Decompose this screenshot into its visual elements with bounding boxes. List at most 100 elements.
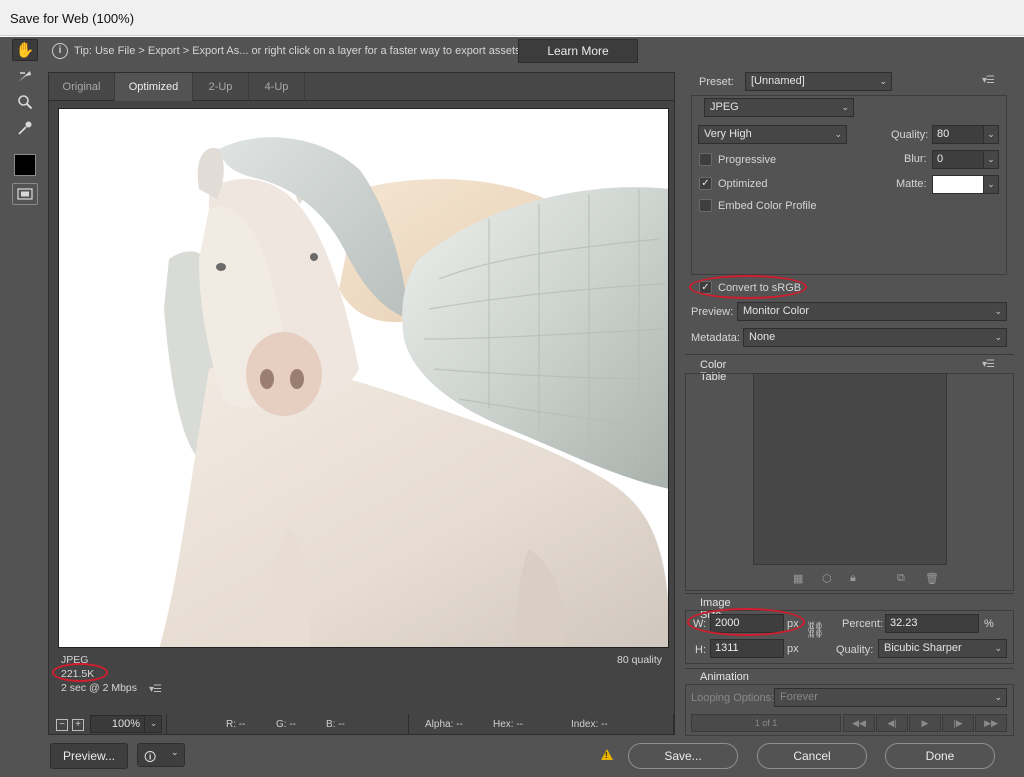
preview-download-time-text: 2 sec @ 2 Mbps [61, 682, 138, 694]
tab-original[interactable]: Original [49, 73, 115, 101]
tab-2-up[interactable]: 2-Up [193, 73, 249, 101]
zoom-out-icon[interactable]: − [56, 719, 68, 731]
device-central-help-button[interactable]: 🛈 ⌄ [137, 743, 185, 767]
matte-dropdown-chevron-icon[interactable]: ⌄ [983, 175, 999, 194]
web-snap-icon[interactable]: ⬡ [822, 572, 832, 585]
blur-input[interactable]: 0 [932, 150, 984, 169]
looping-options-value: Forever [780, 691, 818, 703]
optimized-image-preview[interactable] [58, 108, 669, 648]
progressive-checkbox[interactable] [699, 153, 712, 166]
done-button[interactable]: Done [885, 743, 995, 769]
width-highlight-circle [687, 608, 805, 636]
download-speed-menu-icon[interactable]: ▾☰ [149, 684, 162, 695]
metadata-dropdown[interactable]: None ⌄ [743, 328, 1007, 347]
constrain-proportions-link-icon[interactable]: ⛓︎ [805, 620, 825, 640]
quality-input[interactable]: 80 [932, 125, 984, 144]
zoom-in-icon[interactable]: + [72, 719, 84, 731]
preview-quality-text: 80 quality [617, 654, 662, 666]
quality-label: Quality: [891, 129, 929, 141]
preview-in-browser-button[interactable]: Preview... [50, 743, 128, 769]
info-icon: i [52, 43, 68, 59]
optimize-menu-icon[interactable]: ▾☰ [982, 75, 995, 86]
optimized-checkbox[interactable]: ✓ [699, 177, 712, 190]
file-format-value: JPEG [710, 101, 739, 113]
eyedropper-color-swatch[interactable] [14, 154, 36, 176]
zoom-tool-icon[interactable] [12, 91, 38, 113]
save-button[interactable]: Save... [628, 743, 738, 769]
section-divider [685, 593, 1014, 594]
help-globe-icon: 🛈 [144, 750, 157, 764]
tools-panel: ✋ [10, 37, 42, 217]
toggle-slices-visibility-icon[interactable] [12, 183, 38, 205]
preset-value: [Unnamed] [751, 75, 805, 87]
alpha-readout: Alpha: -- [425, 719, 463, 730]
color-table-swatches[interactable] [753, 373, 947, 565]
convert-srgb-highlight-circle [689, 275, 807, 299]
lock-color-icon[interactable]: 🔒︎ [850, 572, 856, 585]
blue-readout: B: -- [326, 719, 345, 730]
resample-quality-value: Bicubic Sharper [884, 642, 962, 654]
preset-dropdown[interactable]: [Unnamed] ⌄ [745, 72, 892, 91]
browser-dropdown-chevron-icon: ⌄ [171, 747, 179, 757]
first-frame-icon[interactable]: ◀◀ [843, 714, 875, 732]
percent-input[interactable]: 32.23 [885, 614, 979, 633]
preview-color-dropdown[interactable]: Monitor Color ⌄ [737, 302, 1007, 321]
looping-options-dropdown[interactable]: Forever ⌄ [774, 688, 1007, 707]
resample-quality-dropdown[interactable]: Bicubic Sharper ⌄ [878, 639, 1007, 658]
status-bar: − + 100% ⌄ R: -- G: -- B: -- Alpha: -- H… [48, 712, 675, 738]
tab-4-up[interactable]: 4-Up [249, 73, 305, 101]
color-table-menu-icon[interactable]: ▾☰ [982, 359, 995, 370]
compression-quality-dropdown[interactable]: Very High ⌄ [698, 125, 847, 144]
learn-more-button[interactable]: Learn More [518, 39, 638, 63]
file-format-dropdown[interactable]: JPEG ⌄ [704, 98, 854, 117]
height-unit: px [787, 643, 799, 655]
tip-bar: i Tip: Use File > Export > Export As... … [46, 39, 638, 63]
resample-quality-label: Quality: [836, 644, 874, 656]
map-colors-icon[interactable]: ▦ [793, 572, 803, 585]
chevron-down-icon: ⌄ [879, 76, 887, 86]
status-divider [673, 714, 674, 734]
pegasus-figurine-image [159, 137, 668, 647]
warning-icon: ! [601, 749, 613, 760]
last-frame-icon[interactable]: ▶▶ [975, 714, 1007, 732]
percent-label: Percent: [842, 618, 883, 630]
chevron-down-icon: ⌄ [994, 643, 1002, 653]
new-color-icon[interactable]: ⧉ [897, 572, 905, 585]
height-label: H: [695, 644, 706, 656]
next-frame-icon[interactable]: |▶ [942, 714, 974, 732]
index-readout: Index: -- [571, 719, 608, 730]
window-title: Save for Web (100%) [10, 11, 135, 26]
percent-unit: % [984, 618, 994, 630]
slice-select-tool-icon[interactable] [12, 65, 38, 87]
chevron-down-icon: ⌄ [834, 129, 842, 139]
embed-color-profile-checkbox[interactable] [699, 199, 712, 212]
tab-optimized[interactable]: Optimized [115, 73, 193, 101]
previous-frame-icon[interactable]: ◀| [876, 714, 908, 732]
progressive-label: Progressive [718, 154, 777, 166]
animation-controls: 1 of 1 ◀◀ ◀| ▶ |▶ ▶▶ [691, 714, 1007, 732]
delete-color-icon[interactable]: 🗑︎ [925, 572, 939, 585]
animation-title: Animation [700, 671, 749, 683]
matte-color-swatch[interactable] [932, 175, 984, 194]
status-divider [166, 714, 167, 734]
section-divider [685, 354, 1014, 355]
blur-slider-chevron-icon[interactable]: ⌄ [983, 150, 999, 169]
chevron-down-icon: ⌄ [994, 306, 1002, 316]
file-size-highlight-circle [52, 663, 108, 682]
zoom-dropdown-chevron-icon[interactable]: ⌄ [144, 715, 162, 733]
compression-quality-value: Very High [704, 128, 752, 140]
metadata-value: None [749, 331, 776, 343]
play-icon[interactable]: ▶ [909, 714, 941, 732]
chevron-down-icon: ⌄ [994, 692, 1002, 702]
title-bar: Save for Web (100%) [0, 0, 1024, 36]
cancel-button[interactable]: Cancel [757, 743, 867, 769]
hand-tool-icon[interactable]: ✋ [12, 39, 38, 61]
height-input[interactable]: 1311 [710, 639, 784, 658]
optimized-label: Optimized [718, 178, 768, 190]
chevron-down-icon: ⌄ [841, 102, 849, 112]
chevron-down-icon: ⌄ [994, 332, 1002, 342]
preview-color-value: Monitor Color [743, 305, 810, 317]
quality-slider-chevron-icon[interactable]: ⌄ [983, 125, 999, 144]
eyedropper-tool-icon[interactable] [12, 117, 38, 139]
preview-panel: Original Optimized 2-Up 4-Up JPEG 221.5K… [48, 72, 675, 735]
